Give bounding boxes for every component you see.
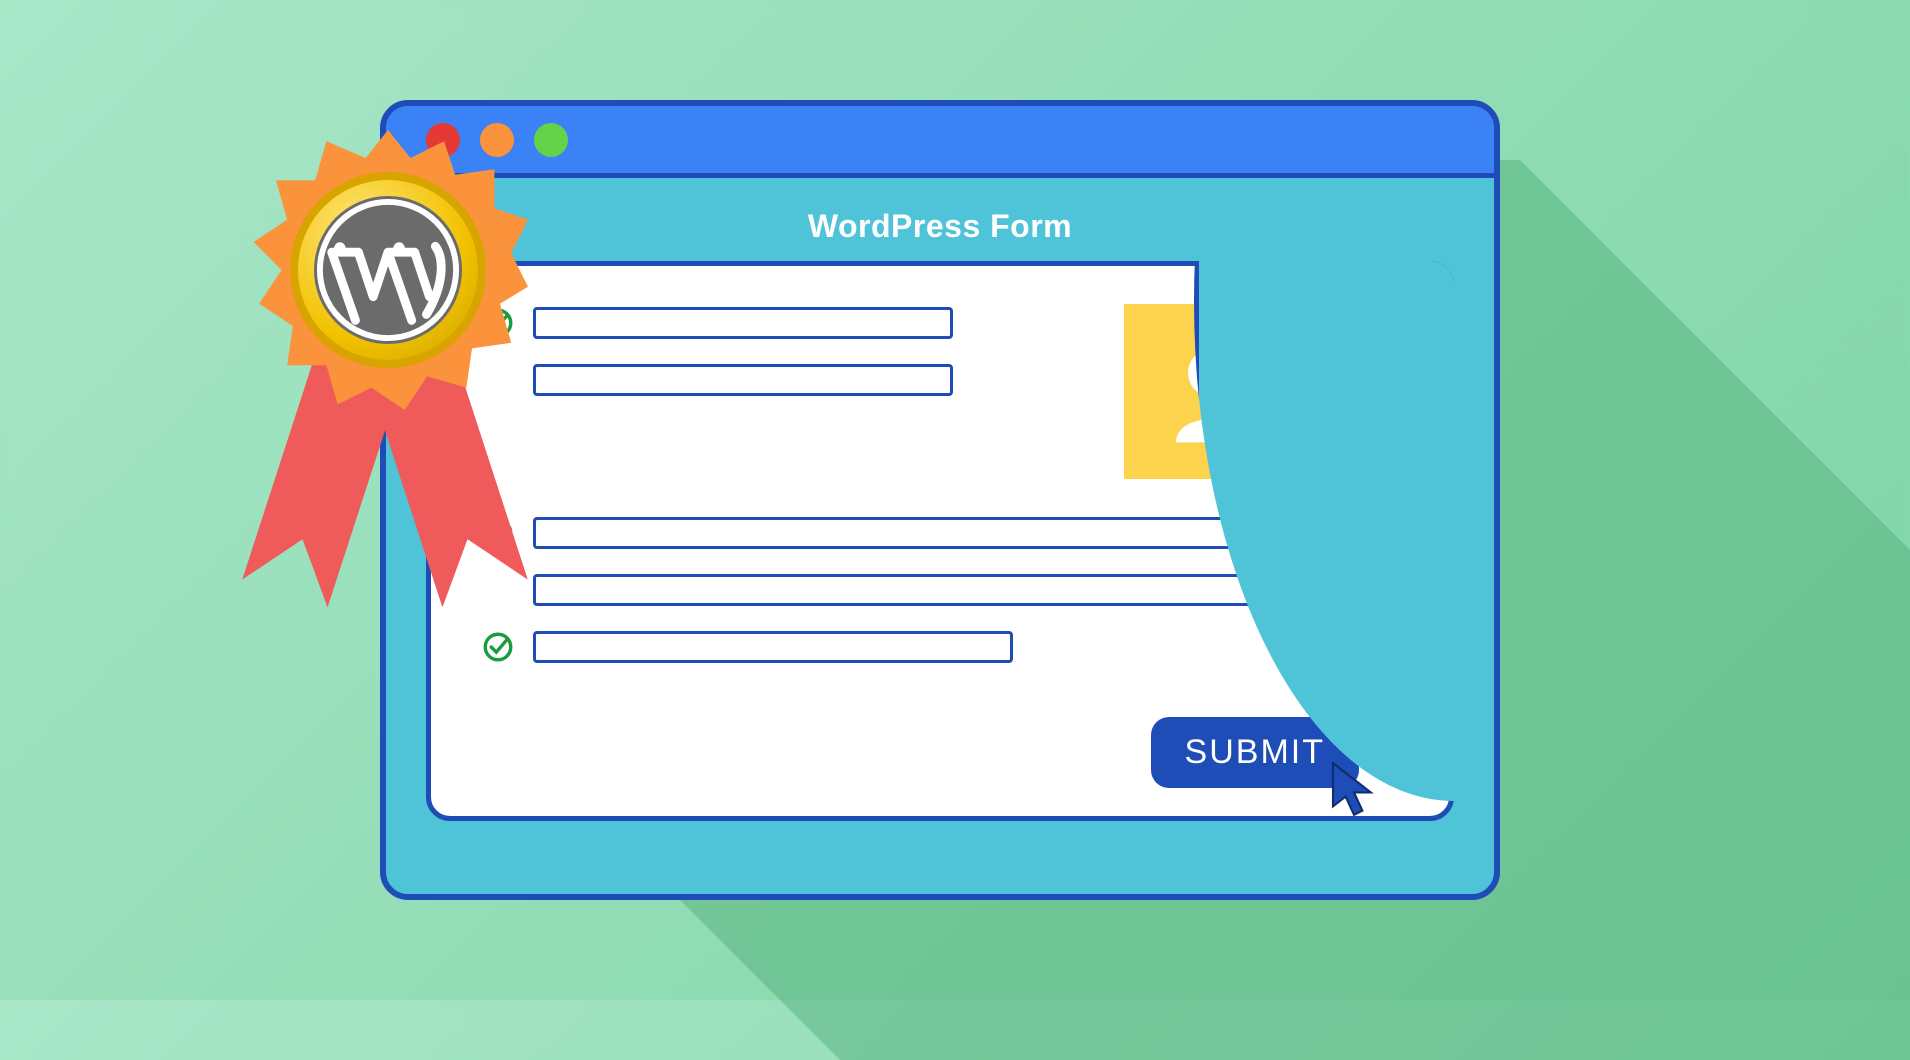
window-titlebar — [386, 106, 1494, 178]
check-icon — [481, 630, 515, 664]
form-field-4[interactable] — [533, 574, 1273, 606]
illustration-stage: WordPress Form — [0, 0, 1910, 1000]
form-title: WordPress Form — [426, 208, 1454, 245]
form-field-5[interactable] — [533, 631, 1013, 663]
form-field-1[interactable] — [533, 307, 953, 339]
form-area: WordPress Form — [426, 208, 1454, 848]
form-field-3[interactable] — [533, 517, 1273, 549]
award-badge — [230, 130, 550, 630]
cursor-icon — [1319, 756, 1389, 826]
wordpress-icon — [314, 196, 462, 344]
form-field-2[interactable] — [533, 364, 953, 396]
badge-medal — [290, 172, 486, 368]
form-card: SUBMIT — [426, 261, 1454, 821]
